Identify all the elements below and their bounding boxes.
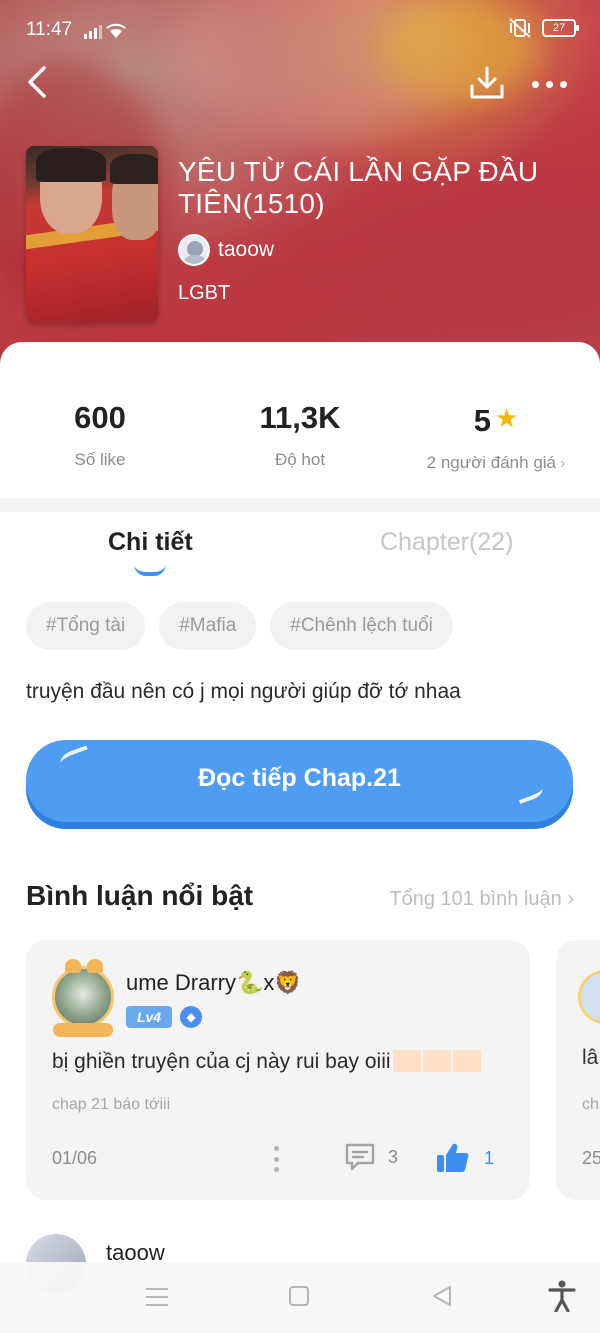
comment-date: 25 bbox=[582, 1148, 600, 1168]
star-icon: ★ bbox=[494, 403, 519, 433]
stat-rating[interactable]: 5 ★ 2 người đánh giá › bbox=[396, 398, 596, 473]
commenter-avatar[interactable] bbox=[52, 959, 114, 1037]
author-name[interactable]: taoow bbox=[218, 238, 274, 262]
story-title: YÊU TỪ CÁI LẦN GẶP ĐẦU TIÊN(1510) bbox=[178, 156, 539, 219]
comment-text: lâ bbox=[582, 1046, 599, 1069]
comments-header: Bình luận nổi bật Tổng 101 bình luận › bbox=[26, 880, 574, 920]
system-nav-bar bbox=[0, 1262, 600, 1333]
stat-hot: 11,3K Độ hot bbox=[200, 398, 400, 470]
hot-count: 11,3K bbox=[259, 400, 341, 435]
continue-reading-label: Đọc tiếp Chap.21 bbox=[198, 764, 401, 792]
menu-icon[interactable] bbox=[146, 1288, 168, 1306]
chevron-right-icon: › bbox=[560, 455, 566, 472]
download-icon[interactable] bbox=[468, 64, 506, 102]
comment-card-partial[interactable]: lâ ch 25 bbox=[556, 940, 600, 1200]
active-tab-indicator bbox=[134, 564, 166, 576]
comments-heading: Bình luận nổi bật bbox=[26, 880, 254, 911]
tab-chapters[interactable]: Chapter(22) bbox=[380, 528, 513, 557]
continue-reading-button[interactable]: Đọc tiếp Chap.21 bbox=[26, 740, 573, 822]
tag-chip[interactable]: #Tổng tài bbox=[26, 602, 146, 650]
likes-label: Số like bbox=[74, 450, 126, 469]
rating-value: 5 bbox=[473, 403, 491, 438]
section-divider bbox=[0, 498, 600, 512]
level-badge: Lv4 bbox=[126, 1006, 172, 1028]
author-avatar[interactable] bbox=[178, 234, 210, 266]
back-arrow-icon[interactable] bbox=[22, 62, 58, 102]
comments-total-link[interactable]: Tổng 101 bình luận › bbox=[389, 888, 574, 911]
vibrate-icon bbox=[509, 18, 531, 38]
reply-count: 3 bbox=[388, 1146, 399, 1167]
comment-card[interactable]: ume Drarry🐍x🦁 Lv4 ◆ bị ghiền truyện của … bbox=[26, 940, 530, 1200]
tag-chip[interactable]: #Chênh lệch tuổi bbox=[270, 602, 453, 650]
story-cover-image[interactable] bbox=[26, 146, 158, 322]
comment-more-icon[interactable] bbox=[272, 1146, 280, 1172]
thumbs-up-icon bbox=[437, 1143, 469, 1172]
hot-label: Độ hot bbox=[274, 450, 326, 469]
likes-count: 600 bbox=[74, 400, 126, 435]
author-row[interactable]: taoow bbox=[178, 234, 274, 266]
more-options-icon[interactable] bbox=[532, 72, 572, 96]
commenter-name[interactable]: ume Drarry🐍x🦁 bbox=[126, 970, 302, 996]
stats-row: 600 Số like 11,3K Độ hot 5 ★ 2 người đánh… bbox=[0, 398, 600, 478]
accessibility-icon[interactable] bbox=[548, 1280, 576, 1312]
comment-text: bị ghiền truyện của cj này rui bay oiii bbox=[52, 1050, 481, 1074]
comment-chapter-ref: chap 21 báo tớiii bbox=[52, 1096, 171, 1113]
comment-chapter-ref: ch bbox=[582, 1096, 599, 1113]
chevron-right-icon: › bbox=[567, 888, 574, 910]
like-count: 1 bbox=[484, 1147, 495, 1168]
status-bar: 11:47 27 bbox=[0, 0, 600, 60]
commenter-avatar[interactable] bbox=[578, 970, 600, 1024]
back-triangle-icon[interactable] bbox=[430, 1284, 454, 1308]
stat-likes: 600 Số like bbox=[0, 398, 200, 470]
like-button[interactable]: 1 bbox=[436, 1142, 494, 1174]
comment-date: 01/06 bbox=[52, 1148, 98, 1168]
comment-bubble-icon bbox=[345, 1143, 375, 1171]
signal-wifi-icon bbox=[84, 23, 126, 39]
home-icon[interactable] bbox=[289, 1286, 309, 1306]
rating-label[interactable]: 2 người đánh giá bbox=[427, 453, 556, 472]
battery-icon: 27 bbox=[542, 19, 579, 37]
story-genre[interactable]: LGBT bbox=[178, 282, 230, 305]
reply-button[interactable]: 3 bbox=[344, 1142, 398, 1172]
story-description: truyện đầu nên có j mọi người giúp đỡ tớ… bbox=[26, 680, 461, 703]
tag-list: #Tổng tài #Mafia #Chênh lệch tuổi bbox=[26, 602, 453, 650]
tag-chip[interactable]: #Mafia bbox=[159, 602, 257, 650]
medal-icon: ◆ bbox=[180, 1006, 202, 1028]
status-time: 11:47 bbox=[26, 19, 73, 40]
tab-bar: Chi tiết Chapter(22) bbox=[0, 524, 600, 584]
tab-details[interactable]: Chi tiết bbox=[108, 528, 193, 557]
